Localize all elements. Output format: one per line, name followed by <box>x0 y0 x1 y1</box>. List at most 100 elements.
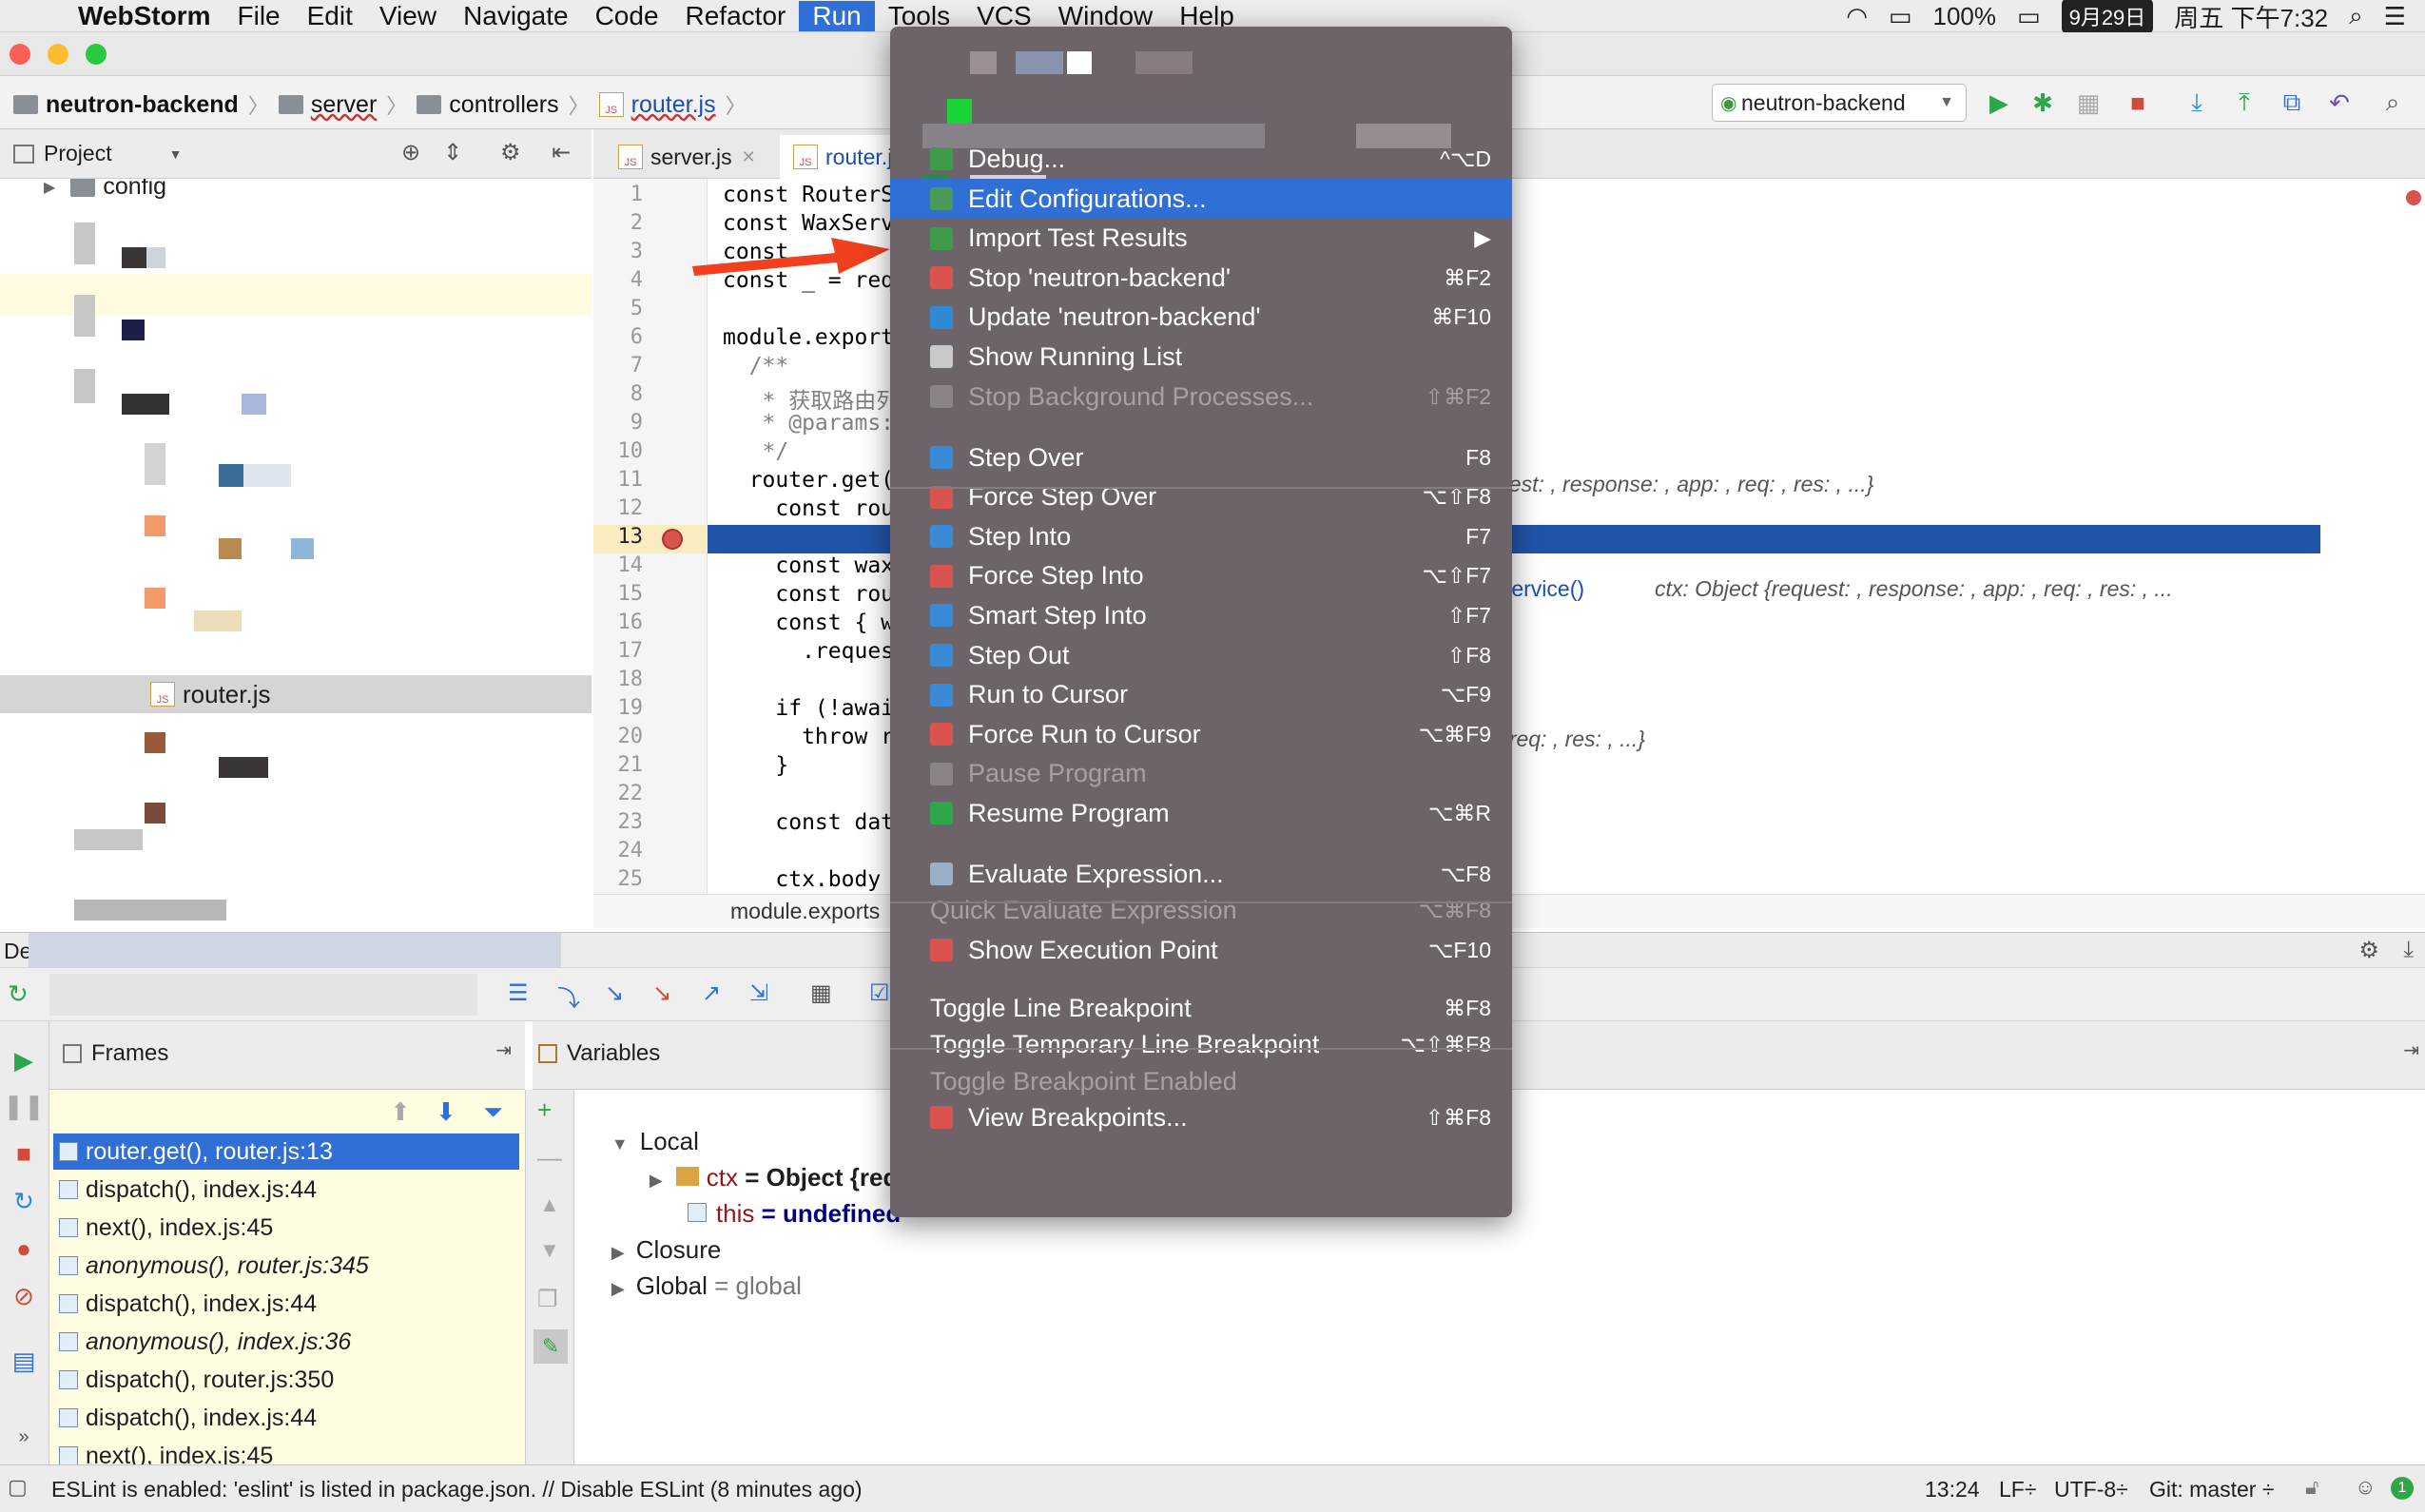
locate-file-icon[interactable]: ⊕ <box>401 139 420 166</box>
tool-windows-icon[interactable]: ▢ <box>8 1475 28 1500</box>
menu-item-step-out[interactable]: Step Out ⇧F8 <box>890 635 1512 675</box>
line-number[interactable]: 10 <box>593 439 644 463</box>
menu-item-force-step-into[interactable]: Force Step Into ⌥⇧F7 <box>890 556 1512 596</box>
tree-item-router-js[interactable]: JS router.js <box>0 675 592 713</box>
run-to-cursor-icon[interactable]: ⇲ <box>749 979 768 1007</box>
line-number[interactable]: 18 <box>593 668 644 691</box>
step-out-icon[interactable]: ↗ <box>702 979 721 1007</box>
menu-edit[interactable]: Edit <box>294 1 366 31</box>
menu-item-import-test-results[interactable]: Import Test Results ▶ <box>890 219 1512 259</box>
hide-panel-icon[interactable]: ⇤ <box>552 139 571 166</box>
menu-code[interactable]: Code <box>582 1 672 31</box>
mute-breakpoints-icon[interactable]: ⊘ <box>8 1280 40 1312</box>
line-number[interactable]: 8 <box>593 382 643 406</box>
vcs-commit-icon[interactable]: ⤒ <box>2229 87 2260 118</box>
step-over-icon[interactable]: ⤵ <box>557 979 580 1013</box>
gear-icon[interactable]: ⚙ <box>2358 937 2379 964</box>
menu-item-debug[interactable]: Debug... ^⌥D <box>890 139 1512 179</box>
menu-refactor[interactable]: Refactor <box>672 1 800 31</box>
rerun-icon[interactable]: ↻ <box>8 979 29 1009</box>
pin-icon[interactable]: ⇥ <box>495 1038 512 1062</box>
step-into-icon[interactable]: ↘ <box>605 979 624 1007</box>
inline-values-icon[interactable]: ✎ <box>534 1329 568 1364</box>
frame-item[interactable]: next(), index.js:45 <box>53 1438 519 1464</box>
minimize-window-icon[interactable] <box>48 44 68 65</box>
notification-center-icon[interactable]: ☰ <box>2384 2 2406 31</box>
line-number[interactable]: 7 <box>593 354 643 378</box>
line-number[interactable]: 6 <box>593 325 643 349</box>
arrow-up-icon[interactable]: ⬆ <box>390 1097 411 1127</box>
clock[interactable]: 周五 下午7:32 <box>2174 0 2328 34</box>
line-number[interactable]: 5 <box>593 297 643 320</box>
resume-icon[interactable]: ▶ <box>8 1044 40 1076</box>
status-message[interactable]: ESLint is enabled: 'eslint' is listed in… <box>51 1477 863 1502</box>
project-view-title[interactable]: Project <box>44 141 112 166</box>
run-configuration-select[interactable]: ◉ neutron-backend ▼ <box>1712 84 1967 122</box>
line-number[interactable]: 4 <box>593 268 643 292</box>
filter-icon[interactable]: ⏷ <box>483 1097 503 1128</box>
line-number[interactable]: 21 <box>593 753 644 777</box>
line-number[interactable]: 16 <box>593 611 644 634</box>
arrow-down-icon[interactable]: ▼ <box>539 1238 560 1263</box>
breadcrumb-project[interactable]: neutron-backend <box>13 91 239 119</box>
evaluate-expression-icon[interactable]: ▦ <box>810 979 832 1007</box>
breadcrumb-controllers[interactable]: controllers <box>417 91 559 119</box>
search-everywhere-icon[interactable]: ⌕ <box>2377 87 2408 118</box>
menu-item-toggle-line-breakpoint[interactable]: Toggle Line Breakpoint ⌘F8 <box>890 988 1512 1028</box>
menu-file[interactable]: File <box>224 1 294 31</box>
arrow-up-icon[interactable]: ▲ <box>539 1192 560 1217</box>
menu-item-resume-program[interactable]: Resume Program ⌥⌘R <box>890 793 1512 833</box>
copy-icon[interactable]: ❐ <box>537 1286 558 1313</box>
spotlight-search-icon[interactable]: ⌕ <box>2349 1 2363 31</box>
frame-item[interactable]: router.get(), router.js:13 <box>53 1134 519 1170</box>
restart-icon[interactable]: ↻ <box>8 1185 40 1217</box>
tab-server-js[interactable]: JS server.js ✕ <box>605 135 769 179</box>
revert-icon[interactable]: ↶ <box>2324 87 2355 118</box>
frame-item[interactable]: anonymous(), router.js:345 <box>53 1248 519 1284</box>
chevron-down-icon[interactable]: ▼ <box>169 146 183 162</box>
variables-global[interactable]: ▶ Global = global <box>584 1242 802 1330</box>
more-icon[interactable]: » <box>8 1421 40 1453</box>
menu-item-show-execution-point[interactable]: Show Execution Point ⌥F10 <box>890 930 1512 970</box>
coverage-icon[interactable]: ▦ <box>2073 87 2104 118</box>
menu-item-stop-neutron-backend[interactable]: Stop 'neutron-backend' ⌘F2 <box>890 258 1512 298</box>
show-execution-point-icon[interactable]: ☰ <box>508 979 529 1007</box>
hide-panel-icon[interactable]: ⤓ <box>2403 937 2414 963</box>
tree-item-config[interactable]: ▶ config <box>44 179 166 201</box>
menu-run[interactable]: Run <box>799 0 875 31</box>
frame-item[interactable]: dispatch(), index.js:44 <box>53 1172 519 1208</box>
menu-item-force-step-over[interactable]: Force Step Over ⌥⇧F8 <box>890 477 1512 517</box>
lock-icon[interactable]: 🔓︎ <box>2305 1475 2318 1500</box>
menu-item-run-to-cursor[interactable]: Run to Cursor ⌥F9 <box>890 675 1512 715</box>
line-number[interactable]: 24 <box>593 839 644 863</box>
git-branch[interactable]: Git: master ÷ <box>2149 1477 2274 1502</box>
airplay-icon[interactable]: ▭ <box>1889 2 1912 31</box>
menu-item-view-breakpoints[interactable]: View Breakpoints... ⇧⌘F8 <box>890 1097 1512 1137</box>
stop-icon[interactable]: ■ <box>2123 87 2153 118</box>
pin-icon[interactable]: ⇥ <box>2403 1038 2419 1062</box>
frame-item[interactable]: anonymous(), index.js:36 <box>53 1324 519 1360</box>
menu-item-toggle-temporary-line-breakpoint[interactable]: Toggle Temporary Line Breakpoint ⌥⇧⌘F8 <box>890 1025 1512 1065</box>
checkbox-icon[interactable]: ☑ <box>869 979 890 1007</box>
stop-icon[interactable]: ■ <box>8 1137 40 1170</box>
line-number[interactable]: 2 <box>593 211 643 235</box>
menu-item-edit-configurations[interactable]: Edit Configurations... <box>890 179 1512 219</box>
run-icon[interactable]: ▶ <box>1984 87 2014 118</box>
line-number[interactable]: 17 <box>593 639 644 663</box>
menu-item-smart-step-into[interactable]: Smart Step Into ⇧F7 <box>890 595 1512 635</box>
line-number[interactable]: 1 <box>593 183 643 206</box>
battery-icon[interactable]: ▭ <box>2017 2 2041 31</box>
menu-item-evaluate-expression[interactable]: Evaluate Expression... ⌥F8 <box>890 854 1512 894</box>
inspector-icon[interactable]: ☺ <box>2355 1475 2376 1500</box>
arrow-down-icon[interactable]: ⬇ <box>436 1097 456 1127</box>
add-watch-icon[interactable]: + <box>537 1095 552 1125</box>
remove-watch-icon[interactable]: — <box>537 1143 562 1173</box>
line-number[interactable]: 15 <box>593 582 644 606</box>
vcs-update-icon[interactable]: ⤓ <box>2182 87 2212 118</box>
notification-badge[interactable]: 1 <box>2391 1477 2414 1500</box>
frame-item[interactable]: dispatch(), router.js:350 <box>53 1362 519 1398</box>
line-number[interactable]: 23 <box>593 810 644 834</box>
caret-position[interactable]: 13:24 <box>1925 1477 1980 1502</box>
calendar-date[interactable]: 9月29日 <box>2061 0 2154 33</box>
wifi-icon[interactable]: ◠ <box>1846 2 1868 31</box>
